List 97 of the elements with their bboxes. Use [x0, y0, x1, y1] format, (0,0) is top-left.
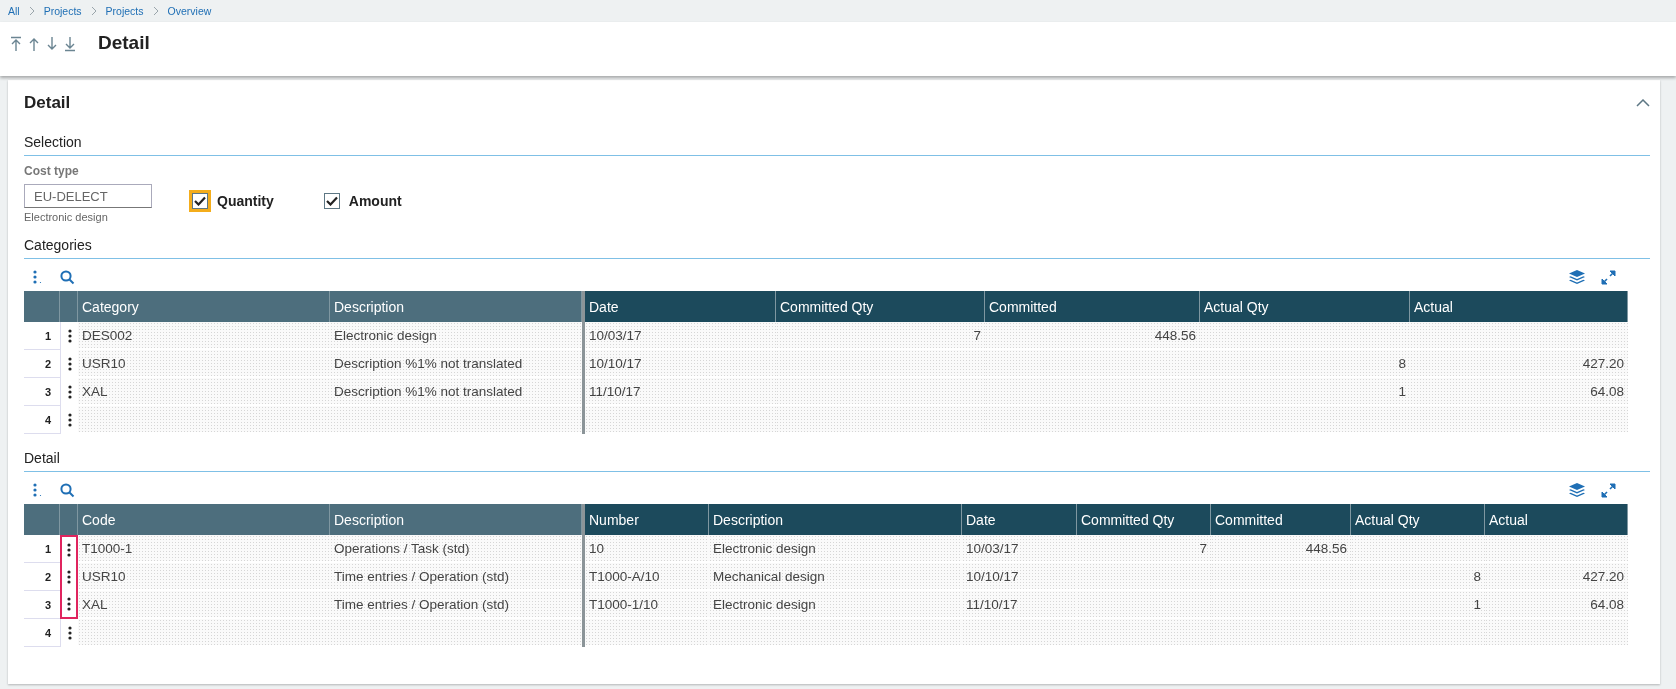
table-cell: 427.20 [1410, 350, 1628, 378]
table-cell: Time entries / Operation (std) [330, 563, 582, 591]
subsection-heading: Detail [24, 434, 1650, 472]
column-header[interactable]: Committed [1211, 504, 1351, 535]
subsection-heading: Selection [24, 118, 1650, 156]
breadcrumb-link[interactable]: Projects [105, 5, 144, 17]
layers-icon[interactable] [1569, 483, 1585, 497]
table-cell: XAL [78, 591, 330, 619]
column-header[interactable]: Committed Qty [776, 291, 985, 322]
last-record-icon[interactable] [64, 36, 76, 52]
table-cell: 7 [776, 322, 985, 350]
field-description: Electronic design [24, 211, 109, 223]
first-record-icon[interactable] [10, 36, 22, 52]
table-cell: T1000-1/10 [585, 591, 709, 619]
table-cell: 11/10/17 [962, 591, 1077, 619]
breadcrumb-link[interactable]: All [8, 5, 20, 17]
table-cell: T1000-A/10 [585, 563, 709, 591]
table-cell: Operations / Task (std) [330, 535, 582, 563]
table-cell: 1 [1200, 378, 1410, 406]
column-header[interactable]: Description [330, 504, 582, 535]
checkbox-label: Amount [348, 193, 402, 209]
table-cell: 1 [1351, 591, 1485, 619]
table-cell: Time entries / Operation (std) [330, 591, 582, 619]
header-cell [24, 504, 60, 535]
check-icon [325, 196, 338, 206]
column-header[interactable]: Date [962, 504, 1077, 535]
column-header[interactable]: Actual Qty [1200, 291, 1410, 322]
column-header[interactable]: Actual [1485, 504, 1628, 535]
page-title: Detail [98, 32, 150, 54]
table-cell: 8 [1200, 350, 1410, 378]
row-number: 2 [24, 350, 60, 378]
table-cell: Electronic design [709, 591, 962, 619]
table-cell: Description %1% not translated [330, 378, 582, 406]
row-number: 3 [24, 378, 60, 406]
subsection-heading: Categories [24, 223, 1650, 259]
more-options-icon[interactable] [32, 270, 42, 284]
row-number: 4 [24, 619, 60, 647]
table-cell: 8 [1351, 563, 1485, 591]
arrow-down-icon[interactable] [46, 36, 58, 52]
row-number: 4 [24, 406, 60, 434]
table-cell: T1000-1 [78, 535, 330, 563]
column-header[interactable]: Actual Qty [1351, 504, 1485, 535]
checkbox[interactable] [323, 193, 340, 209]
column-header[interactable]: Description [330, 291, 582, 322]
header-cell [60, 291, 78, 322]
field-label: Cost type [24, 164, 80, 178]
table-cell: DES002 [78, 322, 330, 350]
search-icon[interactable] [60, 269, 75, 285]
check-icon [194, 196, 206, 206]
expand-icon[interactable] [1601, 269, 1616, 285]
search-icon[interactable] [60, 482, 75, 498]
chevron-icon [28, 6, 35, 16]
section-title: Detail [24, 93, 71, 113]
chevron-icon [90, 6, 97, 16]
column-header[interactable]: Committed Qty [1077, 504, 1211, 535]
table-cell: 10/03/17 [585, 322, 776, 350]
column-header[interactable]: Description [709, 504, 962, 535]
table-cell: 10/10/17 [962, 563, 1077, 591]
column-header[interactable]: Number [585, 504, 709, 535]
table-cell: 64.08 [1485, 591, 1628, 619]
table-cell: 10 [585, 535, 709, 563]
collapse-icon[interactable] [1636, 99, 1650, 107]
table-cell: Electronic design [709, 535, 962, 563]
table-cell: Mechanical design [709, 563, 962, 591]
header-cell [60, 504, 78, 535]
table-cell: Electronic design [330, 322, 582, 350]
table-cell: 10/10/17 [585, 350, 776, 378]
row-number: 3 [24, 591, 60, 619]
table-cell: Description %1% not translated [330, 350, 582, 378]
table-cell: 427.20 [1485, 563, 1628, 591]
checkbox-label: Quantity [217, 193, 274, 209]
header-cell [24, 291, 60, 322]
table-cell: XAL [78, 378, 330, 406]
chevron-icon [152, 6, 159, 16]
row-number: 2 [24, 563, 60, 591]
breadcrumb-link[interactable]: Projects [43, 5, 82, 17]
table-cell: 7 [1077, 535, 1211, 563]
expand-icon[interactable] [1601, 482, 1616, 498]
table-cell: USR10 [78, 563, 330, 591]
column-header[interactable]: Actual [1410, 291, 1628, 322]
table-cell: 10/03/17 [962, 535, 1077, 563]
table-cell: 64.08 [1410, 378, 1628, 406]
column-header[interactable]: Code [78, 504, 330, 535]
layers-icon[interactable] [1569, 270, 1585, 284]
row-number: 1 [24, 535, 60, 563]
table-cell: USR10 [78, 350, 330, 378]
breadcrumb-link[interactable]: Overview [167, 5, 212, 17]
arrow-up-icon[interactable] [28, 36, 40, 52]
table-cell: 448.56 [985, 322, 1200, 350]
table-cell: 448.56 [1211, 535, 1351, 563]
table-cell: 11/10/17 [585, 378, 776, 406]
column-header[interactable]: Committed [985, 291, 1200, 322]
column-header[interactable]: Date [585, 291, 776, 322]
row-number: 1 [24, 322, 60, 350]
more-options-icon[interactable] [32, 483, 42, 497]
column-header[interactable]: Category [78, 291, 330, 322]
cost-type-field[interactable]: EU-DELECT [24, 184, 152, 208]
